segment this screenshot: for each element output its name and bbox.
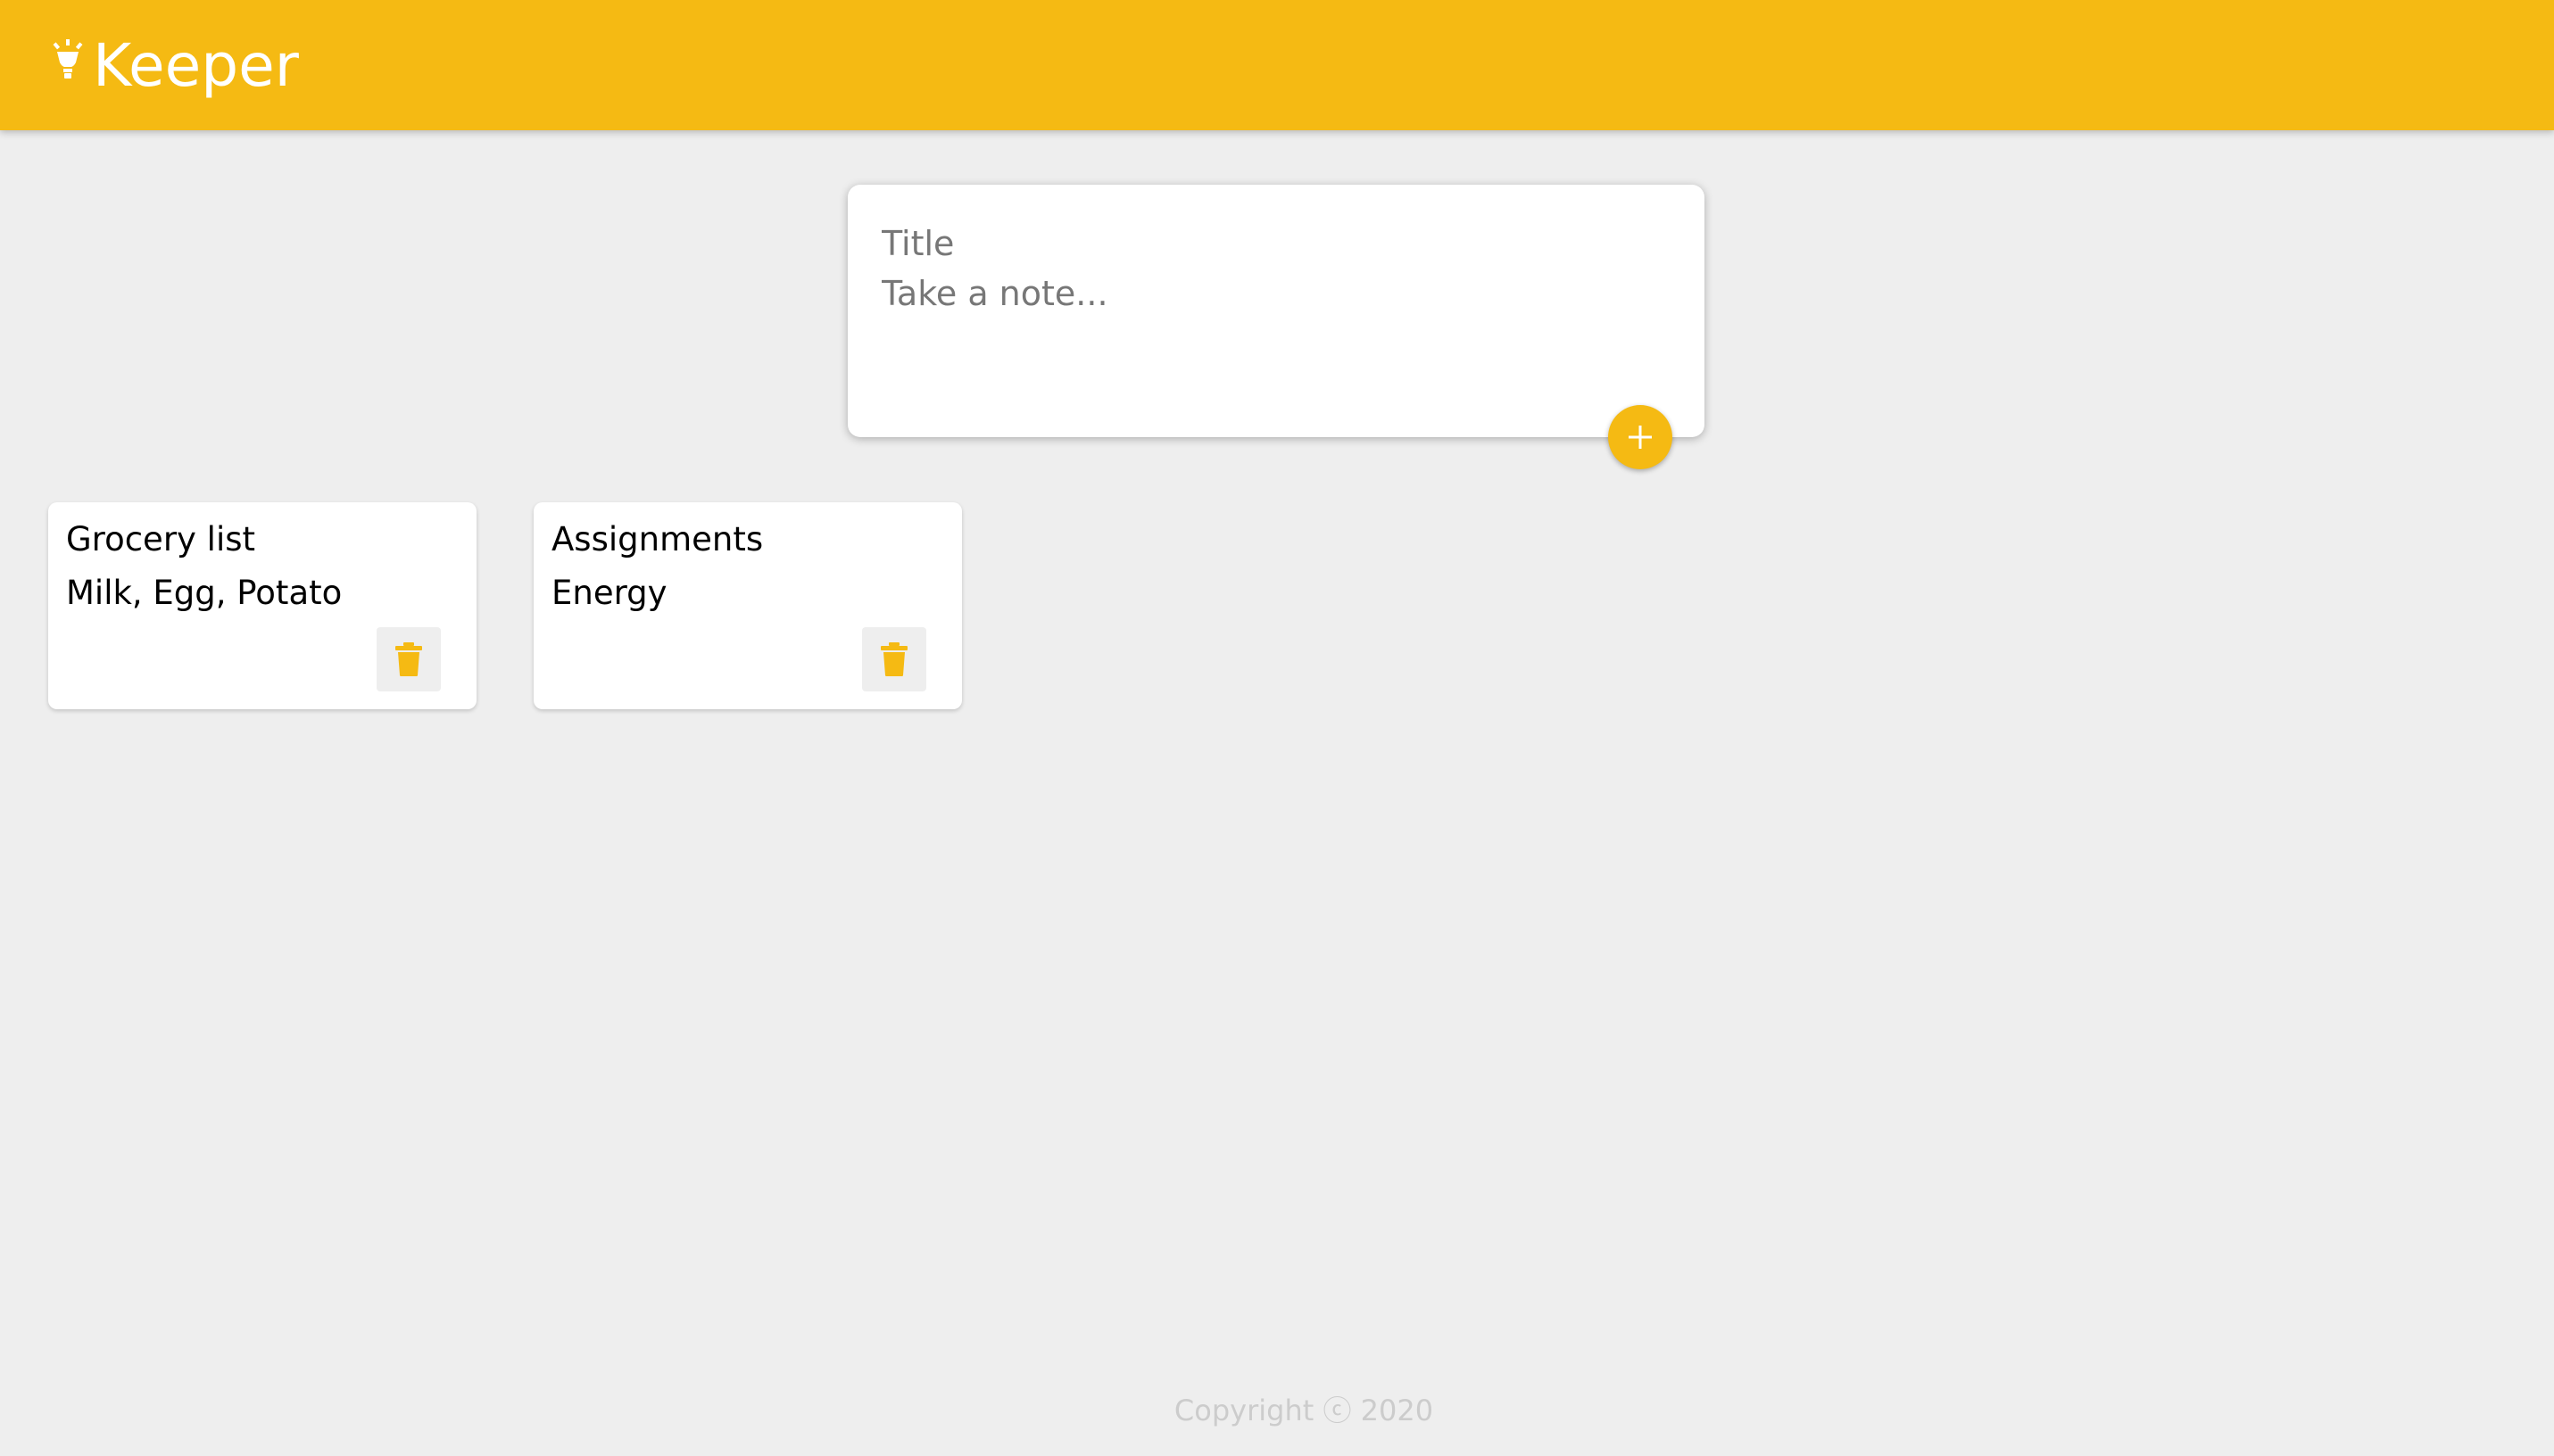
trash-icon (395, 642, 422, 676)
note-content: Milk, Egg, Potato (66, 574, 343, 612)
create-note-form (848, 185, 1704, 469)
note-title-input[interactable] (882, 217, 1671, 270)
note-card: Assignments Energy (534, 502, 962, 709)
note-title: Grocery list (66, 520, 256, 558)
copyright-text: Copyright ⓒ 2020 (1173, 1394, 1434, 1427)
note-card: Grocery list Milk, Egg, Potato (48, 502, 477, 709)
note-content-input[interactable] (882, 274, 1671, 408)
note-title: Assignments (551, 520, 764, 558)
page-footer: Copyright ⓒ 2020 (0, 1388, 2554, 1429)
delete-note-button[interactable] (862, 627, 926, 691)
app-header: Keeper (0, 0, 2554, 130)
note-content: Energy (551, 574, 668, 612)
add-note-button[interactable] (1608, 405, 1672, 469)
delete-note-button[interactable] (377, 627, 441, 691)
app-title: Keeper (93, 30, 299, 100)
app-logo: Keeper (52, 31, 299, 100)
lightbulb-icon (53, 39, 83, 79)
trash-icon (881, 642, 908, 676)
plus-icon (1629, 426, 1652, 449)
